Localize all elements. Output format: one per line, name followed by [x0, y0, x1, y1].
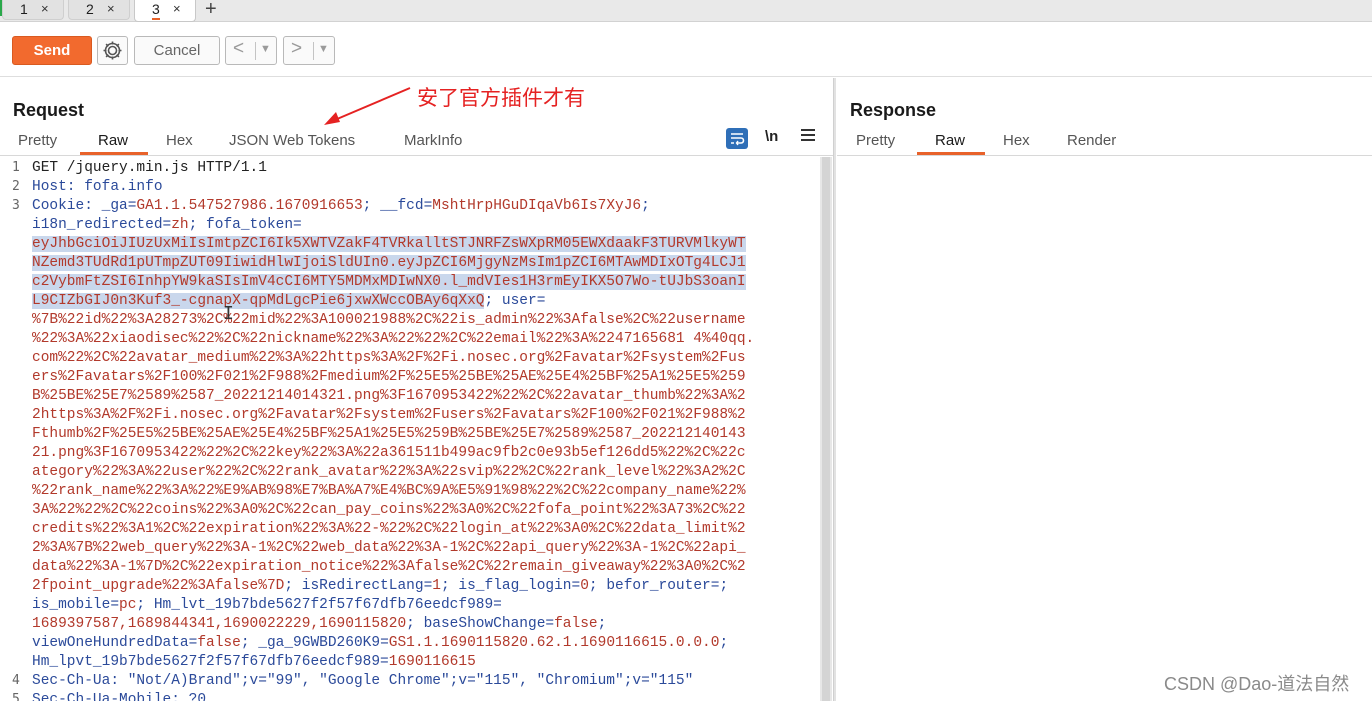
line-number: 1 — [12, 160, 20, 175]
response-editor[interactable] — [837, 157, 1372, 701]
cancel-button[interactable]: Cancel — [134, 36, 220, 65]
host-header: Host: fofa.info — [32, 179, 163, 195]
fofa-token-line: NZemd3TUdRd1pUTmpZUT09IiwidHlwIjoiSldUIn… — [32, 255, 746, 271]
wrap-lines-icon — [731, 133, 745, 146]
user-cookie-line: 2fpoint_upgrade%22%3Afalse%7D; isRedirec… — [32, 578, 729, 594]
request-editor[interactable]: 1 2 3 4 5 GET /jquery.min.js HTTP/1.1 Ho… — [0, 157, 834, 701]
chevron-down-icon[interactable]: ▼ — [318, 43, 329, 55]
tab-1[interactable]: 1 × — [2, 0, 64, 20]
settings-button[interactable] — [97, 36, 128, 65]
user-cookie-line: com%22%2C%22avatar_medium%22%3A%22https%… — [32, 350, 746, 366]
user-cookie-line: credits%22%3A1%2C%22expiration%22%3A%22-… — [32, 521, 746, 537]
user-cookie-line: ategory%22%3A%22user%22%2C%22rank_avatar… — [32, 464, 746, 480]
wrap-lines-button[interactable] — [726, 128, 748, 149]
tab-3[interactable]: 3 × — [134, 0, 196, 22]
request-tabs-divider — [0, 155, 833, 156]
gear-icon — [103, 41, 122, 60]
text-cursor-icon: I — [223, 303, 234, 324]
menu-icon[interactable] — [801, 129, 815, 144]
fofa-token-line: eyJhbGciOiJIUzUxMiIsImtpZCI6Ik5XWTVZakF4… — [32, 236, 746, 252]
tab-label: 2 — [86, 1, 94, 17]
chevron-right-icon: > — [291, 38, 303, 59]
sec-ch-ua-mobile-header: Sec-Ch-Ua-Mobile: ?0 — [32, 692, 207, 701]
response-tabs-divider — [837, 155, 1372, 156]
user-cookie-line: data%22%3A-1%7D%2C%22expiration_notice%2… — [32, 559, 746, 575]
annotation-text: 安了官方插件才有 — [417, 87, 585, 110]
request-title: Request — [13, 100, 85, 120]
add-tab-icon[interactable]: + — [205, 0, 217, 21]
cookie-header: Cookie: _ga=GA1.1.547527986.1670916653; … — [32, 198, 650, 214]
back-button[interactable]: < ▼ — [225, 36, 277, 65]
tab-2[interactable]: 2 × — [68, 0, 130, 20]
response-title: Response — [850, 100, 937, 120]
button-separator — [313, 42, 314, 60]
close-icon[interactable]: × — [173, 0, 181, 18]
newline-toggle[interactable]: \n — [765, 128, 778, 145]
tab-pretty[interactable]: Pretty — [18, 132, 57, 149]
cookie-line: Hm_lpvt_19b7bde5627f2f57f67dfb76eedcf989… — [32, 654, 476, 670]
tab-hex[interactable]: Hex — [166, 132, 193, 149]
fofa-token-line: c2VybmFtZSI6InhpYW9kaSIsImV4cCI6MTY5MDMx… — [32, 274, 746, 290]
fofa-token-line: L9CIZbGIJ0n3Kuf3_-cgnapX-qpMdLgcPie6jxwX… — [32, 293, 546, 309]
chevron-left-icon: < — [233, 38, 245, 59]
button-separator — [255, 42, 256, 60]
user-cookie-line: 21.png%3F1670953422%22%2C%22key%22%3A%22… — [32, 445, 746, 461]
tab-raw[interactable]: Raw — [935, 132, 965, 149]
user-cookie-line: %22%3A%22xiaodisec%22%2C%22nickname%22%3… — [32, 331, 755, 347]
panel-splitter[interactable] — [833, 78, 836, 701]
user-cookie-line: %7B%22id%22%3A28273%2C%22mid%22%3A100021… — [32, 312, 746, 328]
tab-pretty[interactable]: Pretty — [856, 132, 895, 149]
close-icon[interactable]: × — [107, 0, 115, 18]
sec-ch-ua-header: Sec-Ch-Ua: "Not/A)Brand";v="99", "Google… — [32, 673, 694, 689]
line-number: 3 — [12, 198, 20, 213]
line-number-gutter: 1 2 3 4 5 — [0, 157, 26, 701]
user-cookie-line: %22rank_name%22%3A%22%E9%AB%98%E7%BA%A7%… — [32, 483, 746, 499]
tab-raw[interactable]: Raw — [98, 132, 128, 149]
arrow-annotation-icon — [324, 87, 411, 125]
watermark: CSDN @Dao-道法自然 — [1164, 674, 1350, 694]
cookie-line: 1689397587,1689844341,1690022229,1690115… — [32, 616, 607, 632]
tab-markinfo[interactable]: MarkInfo — [404, 132, 462, 149]
line-number: 2 — [12, 179, 20, 194]
tab-hex[interactable]: Hex — [1003, 132, 1030, 149]
forward-button[interactable]: > ▼ — [283, 36, 335, 65]
tab-strip: 1 × 2 × 3 × + — [0, 0, 1372, 22]
tab-render[interactable]: Render — [1067, 132, 1116, 149]
editor-scroll-thumb[interactable] — [822, 157, 830, 701]
send-button[interactable]: Send — [12, 36, 92, 65]
cookie-line: is_mobile=pc; Hm_lvt_19b7bde5627f2f57f67… — [32, 597, 502, 613]
tab-json-web-tokens[interactable]: JSON Web Tokens — [229, 132, 355, 149]
tab-label: 3 — [152, 0, 160, 20]
line-number: 5 — [12, 692, 20, 701]
tab-label: 1 — [20, 1, 28, 17]
user-cookie-line: B%25BE%25E7%2589%2587_20221214014321.png… — [32, 388, 746, 404]
close-icon[interactable]: × — [41, 0, 49, 18]
user-cookie-line: 2%3A%7B%22web_query%22%3A-1%2C%22web_dat… — [32, 540, 746, 556]
user-cookie-line: 2https%3A%2F%2Fi.nosec.org%2Favatar%2Fsy… — [32, 407, 746, 423]
toolbar: Send Cancel < ▼ > ▼ — [0, 23, 1372, 77]
user-cookie-line: ers%2Favatars%2F100%2F021%2F988%2Fmedium… — [32, 369, 746, 385]
line-number: 4 — [12, 673, 20, 688]
chevron-down-icon[interactable]: ▼ — [260, 43, 271, 55]
cookie-line: i18n_redirected=zh; fofa_token= — [32, 217, 302, 233]
user-cookie-line: 3A%22%22%2C%22coins%22%3A0%2C%22can_pay_… — [32, 502, 746, 518]
request-line: GET /jquery.min.js HTTP/1.1 — [32, 160, 267, 176]
cookie-line: viewOneHundredData=false; _ga_9GWBD260K9… — [32, 635, 729, 651]
user-cookie-line: Fthumb%2F%25E5%25BE%25AE%25E4%25BF%25A1%… — [32, 426, 746, 442]
